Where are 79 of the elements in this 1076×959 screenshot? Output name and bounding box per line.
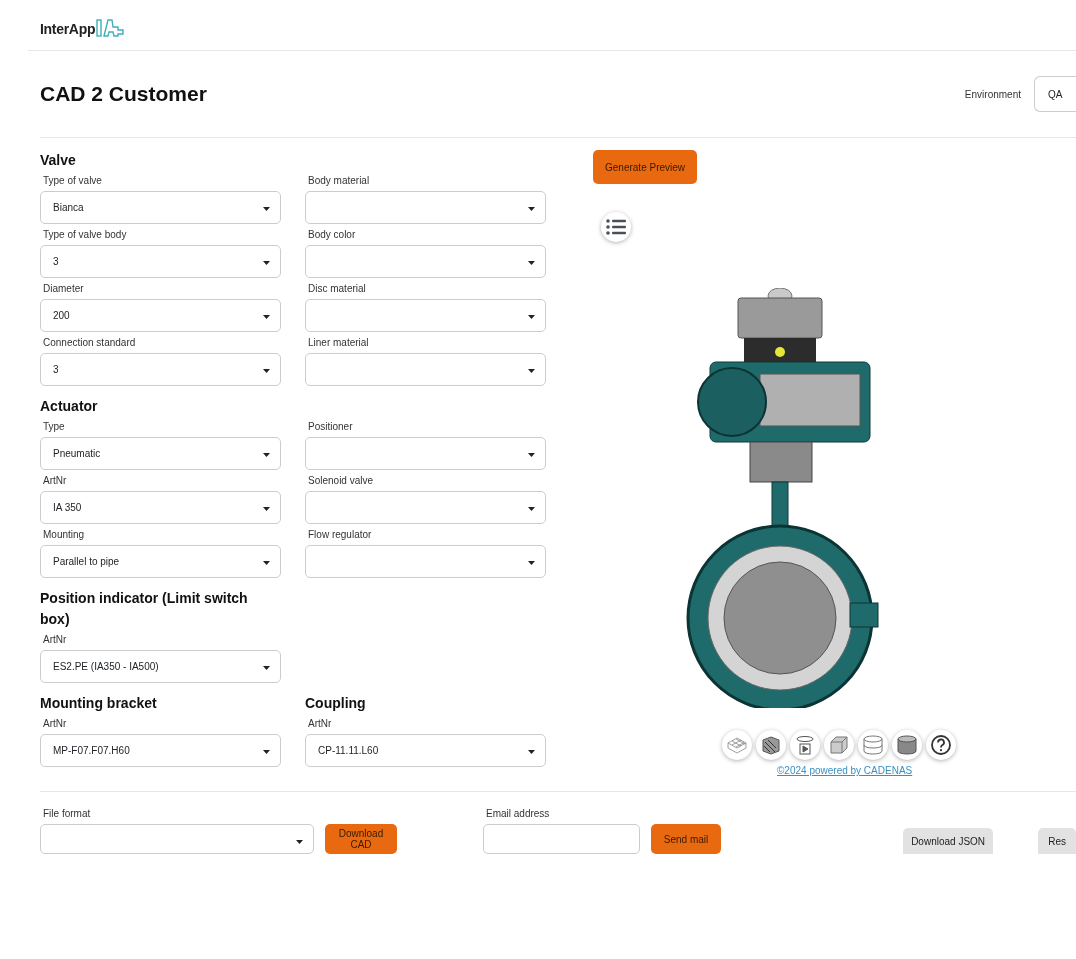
field-label: File format — [42, 808, 92, 819]
powered-by-link[interactable]: ©2024 powered by CADENAS — [777, 765, 913, 776]
caret-icon — [263, 315, 270, 319]
send-mail-button[interactable]: Send mail — [651, 824, 721, 854]
logo-text: InterApp — [40, 21, 96, 37]
caret-icon — [528, 261, 535, 265]
caret-icon — [263, 453, 270, 457]
generate-preview-button[interactable]: Generate Preview — [593, 150, 698, 184]
caret-icon — [263, 750, 270, 754]
field-label: Type of valve — [42, 175, 103, 186]
environment-select[interactable]: QA — [1034, 76, 1076, 112]
caret-icon — [528, 561, 535, 565]
outline-cylinder-icon[interactable] — [858, 730, 888, 760]
caret-icon — [263, 561, 270, 565]
dropdown-select[interactable]: CP-11.11.L60 — [305, 734, 546, 767]
field-label: Type — [42, 421, 66, 432]
dropdown-select[interactable] — [305, 191, 546, 224]
field-label: Liner material — [307, 337, 370, 348]
logo-icon — [96, 19, 125, 37]
download-cad-button[interactable]: Download CAD — [325, 824, 397, 854]
dropdown-select[interactable] — [305, 437, 546, 470]
caret-icon — [528, 369, 535, 373]
field-label: Connection standard — [42, 337, 137, 348]
section-heading: Mounting bracket — [40, 694, 158, 713]
field-label: ArtNr — [42, 475, 68, 486]
dropdown-select[interactable] — [305, 545, 546, 578]
shaded-cylinder-icon[interactable] — [892, 730, 922, 760]
field-label: ArtNr — [42, 718, 68, 729]
section-heading: Coupling — [305, 694, 367, 713]
field-label: Body color — [307, 229, 357, 240]
list-icon[interactable] — [601, 212, 631, 242]
dropdown-select[interactable] — [305, 491, 546, 524]
dropdown-select[interactable]: IA 350 — [40, 491, 281, 524]
caret-icon — [528, 507, 535, 511]
dropdown-select[interactable]: 3 — [40, 245, 281, 278]
hatched-section-icon[interactable] — [756, 730, 786, 760]
field-label: Email address — [485, 808, 551, 819]
rotate-animation-icon[interactable] — [790, 730, 820, 760]
section-heading: Actuator — [40, 397, 99, 416]
caret-icon — [263, 666, 270, 670]
page-title: CAD 2 Customer — [40, 82, 207, 106]
download-json-button[interactable]: Download JSON — [903, 828, 994, 854]
caret-icon — [263, 207, 270, 211]
dropdown-select[interactable] — [305, 245, 546, 278]
caret-icon — [528, 453, 535, 457]
field-label: Body material — [307, 175, 371, 186]
help-icon[interactable] — [926, 730, 956, 760]
dropdown-select[interactable]: Pneumatic — [40, 437, 281, 470]
caret-icon — [263, 507, 270, 511]
caret-icon — [528, 207, 535, 211]
field-label: Positioner — [307, 421, 354, 432]
section-heading: Valve — [40, 151, 77, 170]
dropdown-select[interactable]: 3 — [40, 353, 281, 386]
field-label: Flow regulator — [307, 529, 373, 540]
field-label: Diameter — [42, 283, 85, 294]
field-label: Type of valve body — [42, 229, 128, 240]
field-label: Mounting — [42, 529, 86, 540]
reset-button[interactable]: Res — [1038, 828, 1076, 854]
dropdown-select[interactable]: Bianca — [40, 191, 281, 224]
field-label: Disc material — [307, 283, 367, 294]
cube-view-icon[interactable] — [824, 730, 854, 760]
caret-icon — [528, 315, 535, 319]
caret-icon — [263, 261, 270, 265]
dropdown-select[interactable]: MP-F07.F07.H60 — [40, 734, 281, 767]
dropdown-select[interactable] — [305, 353, 546, 386]
dropdown-select[interactable] — [305, 299, 546, 332]
dropdown-select[interactable]: Parallel to pipe — [40, 545, 281, 578]
environment-label: Environment — [964, 88, 1021, 100]
caret-icon — [296, 840, 303, 844]
section-heading: Position indicator (Limit switch box) — [40, 589, 249, 629]
field-label: Solenoid valve — [307, 475, 375, 486]
field-label: ArtNr — [307, 718, 333, 729]
field-label: ArtNr — [42, 634, 68, 645]
dropdown-select[interactable]: 200 — [40, 299, 281, 332]
file-format-select[interactable] — [40, 824, 314, 854]
caret-icon — [528, 750, 535, 754]
email-input[interactable] — [483, 824, 640, 854]
dropdown-select[interactable]: ES2.PE (IA350 - IA500) — [40, 650, 281, 683]
caret-icon — [263, 369, 270, 373]
